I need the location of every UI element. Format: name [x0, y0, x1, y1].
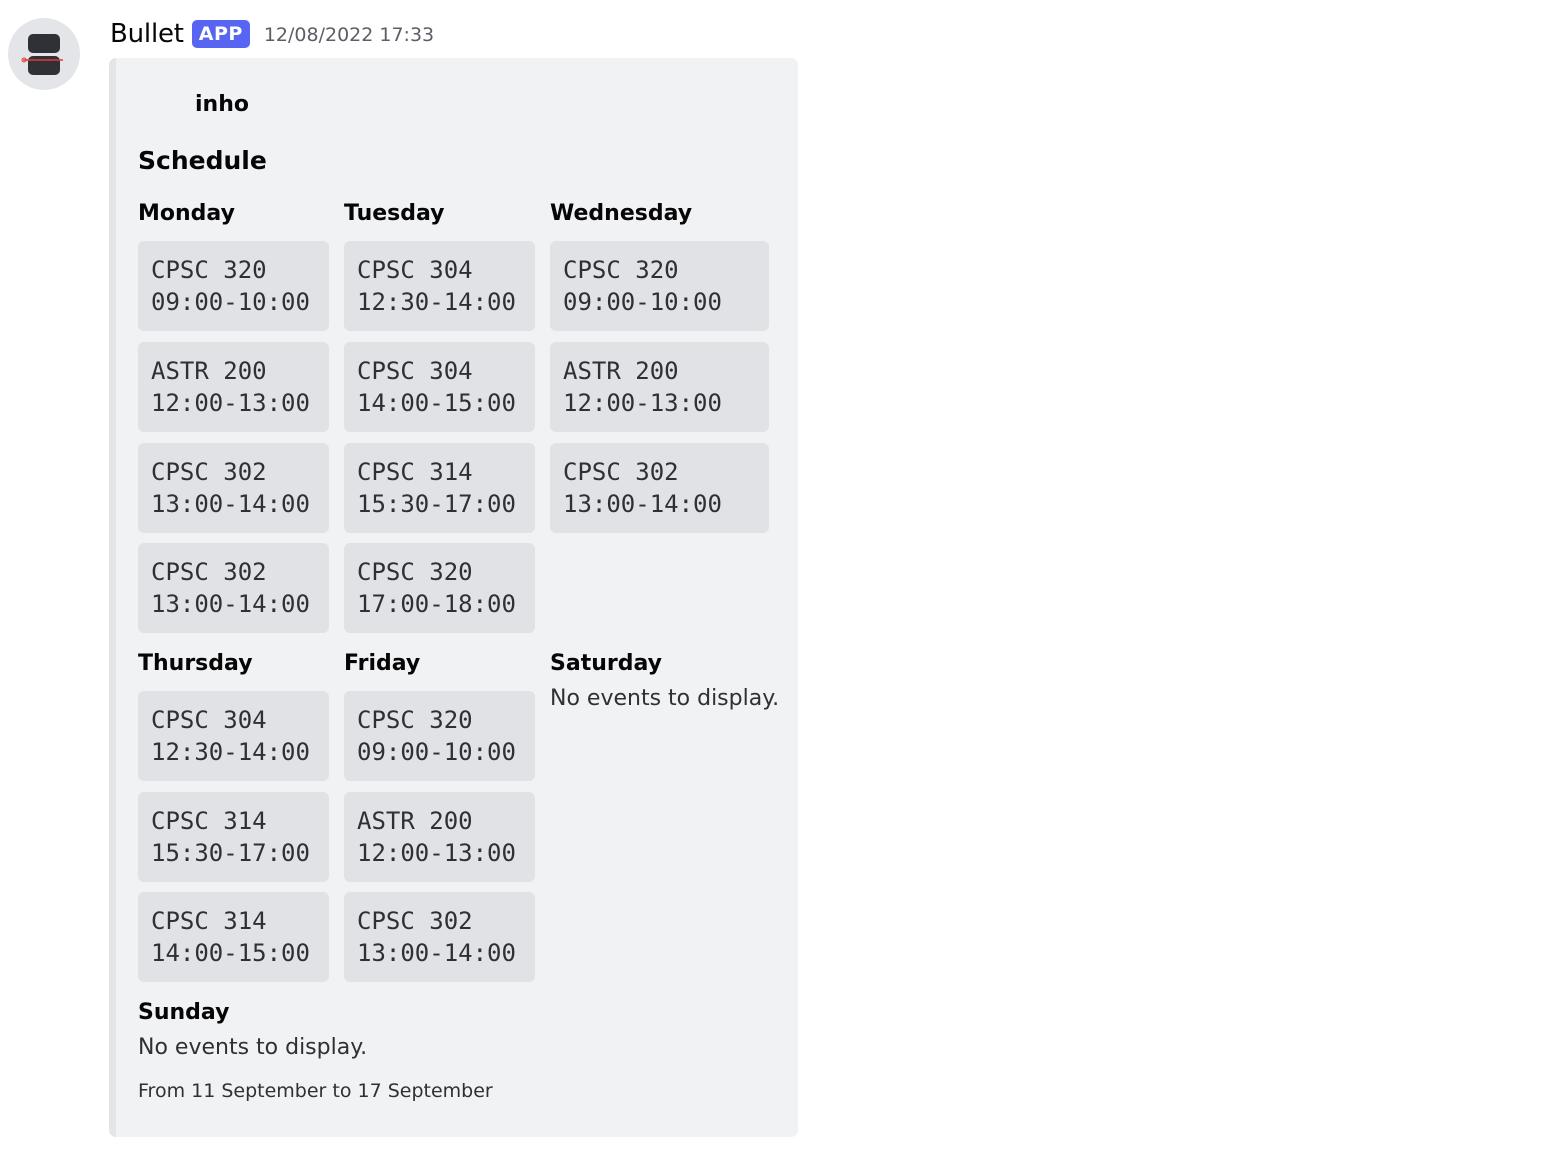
event-time: 12:00-13:00 — [151, 389, 310, 417]
day-field-saturday: Saturday No events to display. — [550, 650, 790, 711]
event-time: 13:00-14:00 — [151, 590, 310, 618]
event-course: CPSC 320 — [151, 256, 267, 284]
event-block: CPSC 302 13:00-14:00 — [138, 543, 329, 633]
no-events-text: No events to display. — [550, 686, 780, 711]
event-block: CPSC 302 13:00-14:00 — [550, 443, 769, 533]
event-course: CPSC 302 — [357, 907, 473, 935]
event-time: 14:00-15:00 — [151, 939, 310, 967]
day-name: Friday — [344, 651, 421, 676]
embed-author: inho — [195, 92, 249, 117]
embed-title: Schedule — [138, 146, 267, 175]
event-block: CPSC 314 15:30-17:00 — [138, 792, 329, 882]
event-course: ASTR 200 — [151, 357, 267, 385]
event-course: CPSC 320 — [563, 256, 679, 284]
event-time: 14:00-15:00 — [357, 389, 516, 417]
event-block: ASTR 200 12:00-13:00 — [550, 342, 769, 432]
event-time: 09:00-10:00 — [151, 288, 310, 316]
day-name: Tuesday — [344, 201, 445, 226]
event-time: 15:30-17:00 — [357, 490, 516, 518]
event-course: CPSC 302 — [151, 458, 267, 486]
day-name: Sunday — [138, 1000, 230, 1025]
day-name: Saturday — [550, 651, 662, 676]
event-block: CPSC 320 09:00-10:00 — [138, 241, 329, 331]
message-header: Bullet APP 12/08/2022 17:33 — [110, 16, 434, 52]
bot-logo-icon — [21, 34, 63, 75]
event-course: CPSC 320 — [357, 706, 473, 734]
event-block: CPSC 302 13:00-14:00 — [344, 892, 535, 982]
schedule-embed: inho Schedule Monday CPSC 320 09:00-10:00… — [109, 58, 798, 1137]
event-time: 17:00-18:00 — [357, 590, 516, 618]
event-time: 13:00-14:00 — [563, 490, 722, 518]
event-course: CPSC 304 — [151, 706, 267, 734]
event-course: CPSC 304 — [357, 357, 473, 385]
day-name: Wednesday — [550, 201, 693, 226]
event-block: CPSC 304 12:30-14:00 — [344, 241, 535, 331]
event-block: CPSC 302 13:00-14:00 — [138, 443, 329, 533]
event-block: CPSC 314 15:30-17:00 — [344, 443, 535, 533]
day-field-wednesday: Wednesday — [550, 200, 692, 228]
day-field-monday: Monday — [138, 200, 235, 228]
event-block: ASTR 200 12:00-13:00 — [344, 792, 535, 882]
event-time: 13:00-14:00 — [357, 939, 516, 967]
no-events-text: No events to display. — [138, 1035, 368, 1060]
day-field-thursday: Thursday — [138, 650, 253, 678]
event-block: CPSC 320 09:00-10:00 — [344, 691, 535, 781]
day-name: Thursday — [138, 651, 253, 676]
event-time: 12:30-14:00 — [357, 288, 516, 316]
day-name: Monday — [138, 201, 235, 226]
avatar[interactable] — [8, 18, 80, 90]
event-course: CPSC 314 — [357, 458, 473, 486]
event-block: CPSC 314 14:00-15:00 — [138, 892, 329, 982]
event-course: CPSC 304 — [357, 256, 473, 284]
event-course: CPSC 302 — [151, 558, 267, 586]
event-time: 12:30-14:00 — [151, 738, 310, 766]
day-field-tuesday: Tuesday — [344, 200, 445, 228]
event-time: 15:30-17:00 — [151, 839, 310, 867]
event-course: CPSC 302 — [563, 458, 679, 486]
event-course: ASTR 200 — [563, 357, 679, 385]
event-block: CPSC 320 17:00-18:00 — [344, 543, 535, 633]
event-block: CPSC 320 09:00-10:00 — [550, 241, 769, 331]
day-field-sunday: Sunday No events to display. — [138, 999, 538, 1060]
event-time: 13:00-14:00 — [151, 490, 310, 518]
event-time: 12:00-13:00 — [357, 839, 516, 867]
timestamp[interactable]: 12/08/2022 17:33 — [264, 22, 434, 46]
day-field-friday: Friday — [344, 650, 420, 678]
event-course: ASTR 200 — [357, 807, 473, 835]
event-course: CPSC 314 — [151, 807, 267, 835]
event-time: 12:00-13:00 — [563, 389, 722, 417]
event-course: CPSC 314 — [151, 907, 267, 935]
event-block: CPSC 304 14:00-15:00 — [344, 342, 535, 432]
event-block: ASTR 200 12:00-13:00 — [138, 342, 329, 432]
event-time: 09:00-10:00 — [563, 288, 722, 316]
event-block: CPSC 304 12:30-14:00 — [138, 691, 329, 781]
username[interactable]: Bullet — [110, 19, 184, 49]
event-time: 09:00-10:00 — [357, 738, 516, 766]
embed-footer: From 11 September to 17 September — [138, 1080, 493, 1102]
event-course: CPSC 320 — [357, 558, 473, 586]
app-badge: APP — [191, 20, 250, 48]
